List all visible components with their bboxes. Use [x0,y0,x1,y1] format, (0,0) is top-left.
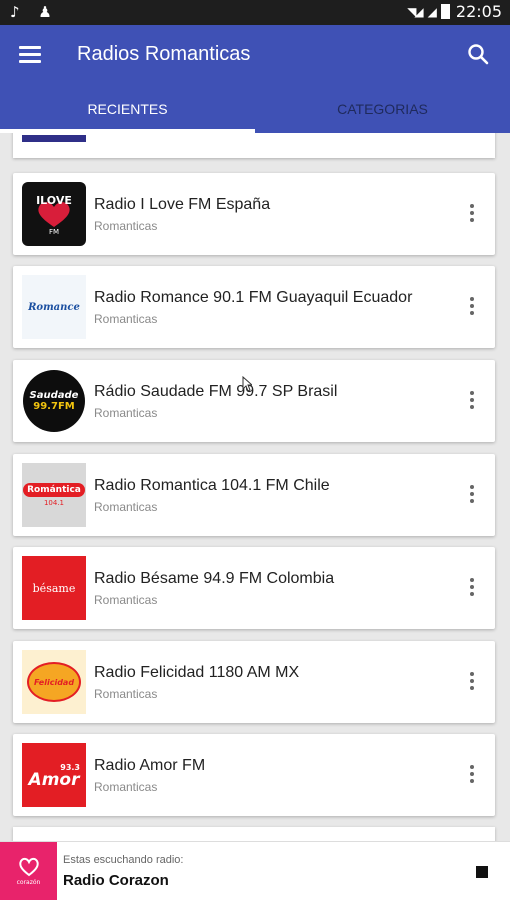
logo-text: Romántica [23,483,85,497]
station-logo: Felicidad [22,650,86,714]
notification-icons: ♪ ♟ [10,3,66,21]
status-right: ◥◢ ◢ 22:05 [407,2,502,21]
more-options-icon[interactable] [469,672,475,692]
list-item-partial[interactable] [13,133,495,158]
more-options-icon[interactable] [469,297,475,317]
app-bar: Radios Romanticas RECIENTES CATEGORIAS [0,25,510,133]
station-logo: Romántica 104.1 [22,463,86,527]
station-name: Radio Romantica 104.1 FM Chile [94,477,330,494]
station-category: Romanticas [94,593,158,607]
stop-button[interactable] [476,866,488,878]
logo-text: Amor [28,769,80,790]
tab-recientes[interactable]: RECIENTES [0,87,255,133]
tab-bar: RECIENTES CATEGORIAS [0,87,510,133]
logo-text: Felicidad [33,677,75,687]
logo-text: ILOVE [36,194,72,207]
logo-text: bésame [32,581,76,595]
station-card[interactable]: bésame Radio Bésame 94.9 FM Colombia Rom… [13,547,495,629]
menu-icon[interactable] [19,46,41,64]
music-note-icon: ♪ [10,3,20,21]
list-item-partial[interactable] [13,827,495,841]
station-card[interactable]: Felicidad Radio Felicidad 1180 AM MX Rom… [13,641,495,723]
status-bar: ♪ ♟ ◥◢ ◢ 22:05 [0,0,510,25]
station-list[interactable]: ILOVE FM Radio I Love FM España Romantic… [0,133,510,841]
now-playing-bar[interactable]: corazón Estas escuchando radio: Radio Co… [0,841,510,900]
more-options-icon[interactable] [469,485,475,505]
more-options-icon[interactable] [469,204,475,224]
logo-sub: 99.7FM [33,401,75,412]
station-logo: 93.3 Amor [22,743,86,807]
logo-sub: 104.1 [43,499,65,507]
logo-text: Romance [28,301,80,313]
station-category: Romanticas [94,312,158,326]
battery-icon [440,4,450,19]
station-name: Radio Felicidad 1180 AM MX [94,664,300,681]
station-category: Romanticas [94,500,158,514]
tab-categorias[interactable]: CATEGORIAS [255,87,510,133]
station-card[interactable]: ILOVE FM Radio I Love FM España Romantic… [13,173,495,255]
station-card[interactable]: Saudade 99.7FM Rádio Saudade FM 99.7 SP … [13,360,495,442]
station-card[interactable]: Romance Radio Romance 90.1 FM Guayaquil … [13,266,495,348]
signal-icon: ◢ [427,4,437,19]
station-card[interactable]: 93.3 Amor Radio Amor FM Romanticas [13,734,495,816]
logo-text: Saudade [29,390,79,401]
station-logo: ILOVE FM [22,182,86,246]
more-options-icon[interactable] [469,391,475,411]
keyhole-icon: ♟ [38,3,52,21]
station-category: Romanticas [94,406,158,420]
more-options-icon[interactable] [469,765,475,785]
station-name: Radio I Love FM España [94,196,271,213]
mouse-cursor-icon [242,376,252,392]
app-title: Radios Romanticas [77,43,251,65]
logo-sub: FM [48,228,60,236]
station-category: Romanticas [94,219,158,233]
station-logo: Romance [22,275,86,339]
now-playing-station: Radio Corazon [63,872,169,889]
station-logo: bésame [22,556,86,620]
station-name: Radio Romance 90.1 FM Guayaquil Ecuador [94,289,413,306]
station-name: Rádio Saudade FM 99.7 SP Brasil [94,383,338,400]
now-playing-logo-text: corazón [16,879,41,886]
station-logo: Saudade 99.7FM [22,369,86,433]
station-category: Romanticas [94,780,158,794]
wifi-icon: ◥◢ [407,4,424,19]
station-card[interactable]: Romántica 104.1 Radio Romantica 104.1 FM… [13,454,495,536]
now-playing-label: Estas escuchando radio: [63,854,184,866]
station-name: Radio Bésame 94.9 FM Colombia [94,570,335,587]
station-name: Radio Amor FM [94,757,206,774]
search-icon[interactable] [466,42,490,66]
clock: 22:05 [455,2,502,21]
now-playing-logo: corazón [0,842,57,900]
station-category: Romanticas [94,687,158,701]
more-options-icon[interactable] [469,578,475,598]
